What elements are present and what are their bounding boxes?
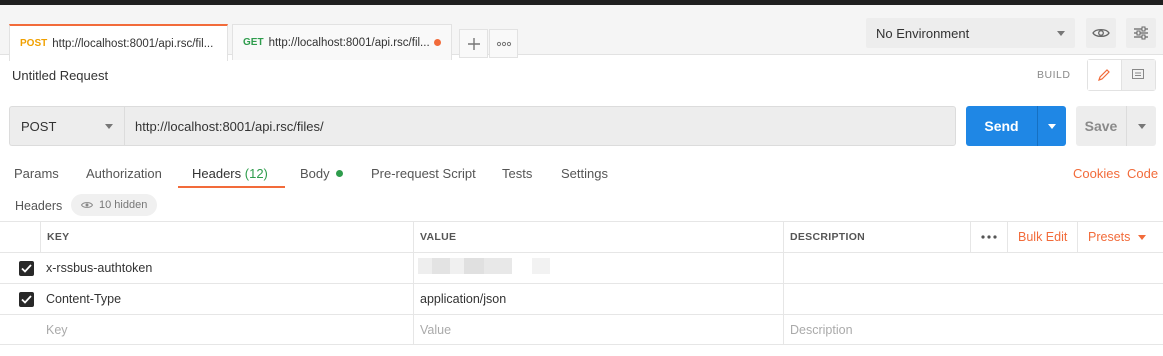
send-options-button[interactable] — [1037, 106, 1066, 146]
ellipsis-icon — [981, 235, 997, 239]
row-enabled-checkbox[interactable] — [19, 292, 34, 307]
eye-icon — [81, 202, 93, 208]
browse-mode-button[interactable] — [1121, 60, 1155, 90]
cookies-link[interactable]: Cookies — [1073, 166, 1120, 181]
column-description: DESCRIPTION — [783, 222, 970, 252]
save-options-button[interactable] — [1126, 106, 1156, 146]
bulk-edit-label: Bulk Edit — [1018, 230, 1068, 244]
new-value-input[interactable]: Value — [413, 315, 783, 344]
hidden-headers-toggle[interactable]: 10 hidden — [71, 194, 158, 216]
tab-tests[interactable]: Tests — [502, 166, 532, 181]
sliders-icon — [1134, 26, 1148, 40]
environment-select[interactable]: No Environment — [866, 18, 1075, 48]
tab-url: http://localhost:8001/api.rsc/fil... — [268, 36, 430, 49]
tab-url: http://localhost:8001/api.rsc/fil... — [52, 37, 214, 50]
chevron-down-icon — [1137, 123, 1146, 129]
bulk-edit-link[interactable]: Bulk Edit — [1007, 222, 1077, 252]
environment-selected-label: No Environment — [876, 25, 970, 41]
new-tab-button[interactable] — [459, 29, 488, 58]
redacted-value — [418, 258, 550, 274]
send-button[interactable]: Send — [966, 106, 1037, 146]
url-input[interactable] — [124, 106, 956, 146]
table-row: x-rssbus-authtoken — [0, 252, 1163, 283]
tab-method: GET — [243, 37, 264, 48]
environment-quick-look-button[interactable] — [1086, 18, 1116, 48]
header-description-cell[interactable] — [783, 253, 1163, 283]
tab-headers-label: Headers — [192, 166, 242, 181]
method-selected-label: POST — [21, 118, 57, 134]
headers-count: (12) — [244, 166, 268, 181]
column-key: KEY — [40, 222, 413, 252]
chevron-down-icon — [105, 123, 113, 129]
row-enabled-checkbox[interactable] — [19, 261, 34, 276]
chevron-down-icon — [1057, 30, 1065, 36]
request-title[interactable]: Untitled Request — [12, 68, 108, 83]
hidden-headers-text: 10 hidden — [99, 199, 148, 211]
tab-headers[interactable]: Headers (12) — [192, 166, 268, 181]
build-mode-button[interactable] — [1088, 60, 1122, 90]
request-tab-post[interactable]: POST http://localhost:8001/api.rsc/fil..… — [9, 24, 228, 61]
unsaved-dot-icon — [433, 39, 441, 46]
comment-icon — [1132, 69, 1145, 79]
request-tab-get[interactable]: GET http://localhost:8001/api.rsc/fil... — [232, 24, 452, 60]
header-key-cell[interactable]: x-rssbus-authtoken — [40, 253, 413, 283]
eye-icon — [1092, 28, 1110, 38]
tab-body[interactable]: Body — [300, 166, 343, 181]
new-description-input[interactable]: Description — [783, 315, 1163, 344]
tab-body-label: Body — [300, 166, 330, 181]
active-tab-underline — [178, 186, 285, 188]
request-tab-strip: POST http://localhost:8001/api.rsc/fil..… — [0, 5, 1163, 61]
table-row: Content-Type application/json — [0, 283, 1163, 314]
header-value-cell[interactable]: application/json — [413, 284, 783, 314]
checkmark-icon — [21, 295, 32, 304]
manage-environments-button[interactable] — [1126, 18, 1156, 48]
mode-label: BUILD — [1037, 69, 1071, 81]
presets-label: Presets — [1088, 230, 1131, 244]
tab-authorization[interactable]: Authorization — [86, 166, 162, 181]
mode-toggle — [1087, 59, 1156, 91]
tab-params[interactable]: Params — [14, 166, 59, 181]
headers-section-label: Headers — [15, 199, 63, 213]
table-row-new: Key Value Description — [0, 314, 1163, 345]
code-link[interactable]: Code — [1127, 166, 1158, 181]
column-options-button[interactable] — [970, 222, 1007, 252]
body-indicator-icon — [335, 170, 343, 177]
chevron-down-icon — [1138, 234, 1147, 240]
header-value-cell[interactable] — [413, 253, 783, 283]
header-description-cell[interactable] — [783, 284, 1163, 314]
presets-dropdown[interactable]: Presets — [1077, 222, 1163, 252]
tab-settings[interactable]: Settings — [561, 166, 608, 181]
tab-options-button[interactable] — [489, 29, 518, 58]
save-button[interactable]: Save — [1076, 106, 1126, 146]
header-key-cell[interactable]: Content-Type — [40, 284, 413, 314]
plus-icon — [467, 37, 480, 50]
checkmark-icon — [21, 264, 32, 273]
pencil-icon — [1098, 69, 1111, 81]
tab-method: POST — [20, 38, 48, 49]
request-section-tabs: Params Authorization Headers (12) Body P… — [0, 158, 1163, 188]
chevron-down-icon — [1048, 123, 1056, 129]
ellipsis-icon — [496, 41, 511, 46]
new-key-input[interactable]: Key — [40, 315, 413, 344]
method-select[interactable]: POST — [9, 106, 124, 146]
tab-prerequest-script[interactable]: Pre-request Script — [371, 166, 476, 181]
table-header-row: KEY VALUE DESCRIPTION Bulk Edit Presets — [0, 221, 1163, 252]
column-value: VALUE — [413, 222, 783, 252]
